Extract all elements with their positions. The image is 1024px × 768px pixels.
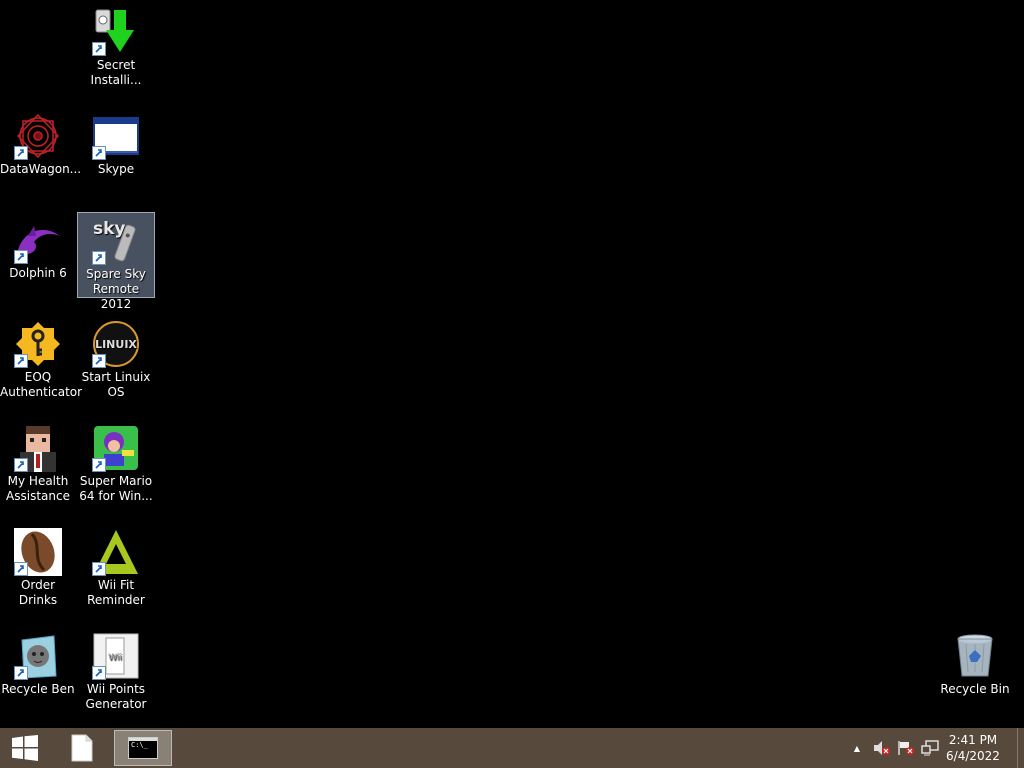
clock-time: 2:41 PM: [948, 733, 998, 747]
green-triangle-icon: [92, 528, 140, 576]
desktop-icon-start-linuix[interactable]: LINUIX Start Linuix OS: [78, 316, 154, 400]
shortcut-arrow-icon: [14, 354, 28, 368]
network-button[interactable]: [920, 728, 940, 768]
network-icon: [921, 740, 939, 756]
pixel-man-icon: [14, 424, 62, 472]
shortcut-arrow-icon: [14, 146, 28, 160]
red-mandala-icon: [14, 112, 62, 160]
action-center-button[interactable]: [896, 728, 916, 768]
speaker-muted-icon: [874, 741, 890, 755]
desktop-icon-skype[interactable]: Skype: [78, 108, 154, 177]
desktop-icon-secret-installer[interactable]: Secret Installi...: [78, 4, 154, 88]
icon-label: Super Mario 64 for Win...: [79, 474, 153, 503]
desktop-icon-super-mario[interactable]: Super Mario 64 for Win...: [78, 420, 154, 504]
purple-dolphin-icon: [14, 216, 62, 264]
command-prompt-icon: C:\_: [128, 737, 158, 759]
desktop-icon-wii-points[interactable]: Wii Wii Points Generator: [78, 628, 154, 712]
desktop-icon-wii-fit[interactable]: Wii Fit Reminder: [78, 524, 154, 608]
start-button[interactable]: [0, 728, 50, 768]
icon-label: Spare Sky Remote 2012: [86, 267, 146, 311]
recycle-ben-icon: [14, 632, 62, 680]
coffee-bean-icon: [14, 528, 62, 576]
shortcut-arrow-icon: [92, 251, 106, 265]
desktop-icon-my-health[interactable]: My Health Assistance: [0, 420, 76, 504]
desktop: Secret Installi... DataWagon... Skype Do…: [0, 0, 1024, 728]
shortcut-arrow-icon: [14, 458, 28, 472]
taskbar-clock[interactable]: 2:41 PM 6/4/2022: [938, 732, 1008, 764]
linuix-logo-icon: LINUIX: [92, 320, 140, 368]
icon-label: Order Drinks: [18, 578, 58, 607]
shortcut-arrow-icon: [92, 42, 106, 56]
icon-label: Recycle Bin: [940, 682, 1010, 696]
chevron-up-icon: ▲: [853, 743, 861, 753]
clock-date: 6/4/2022: [946, 749, 1000, 763]
icon-label: Dolphin 6: [9, 266, 67, 280]
icon-label: DataWagon...: [0, 162, 82, 176]
icon-label: Start Linuix OS: [81, 370, 151, 399]
sky-remote-icon: sky: [92, 217, 140, 265]
desktop-icon-spare-sky-remote[interactable]: sky Spare Sky Remote 2012: [77, 212, 155, 311]
icon-label: EOQ Authenticator: [0, 370, 83, 399]
shortcut-arrow-icon: [92, 562, 106, 576]
desktop-icon-dolphin[interactable]: Dolphin 6: [0, 212, 76, 281]
linuix-logo-text: LINUIX: [95, 338, 137, 351]
taskbar-file-button[interactable]: [56, 730, 108, 766]
green-download-arrow-icon: [92, 8, 140, 56]
yellow-key-badge-icon: [14, 320, 62, 368]
taskbar: C:\_ ▲ 2:41 PM 6/4/2022: [0, 728, 1024, 768]
shortcut-arrow-icon: [14, 562, 28, 576]
shortcut-arrow-icon: [14, 250, 28, 264]
flag-error-icon: [898, 741, 914, 755]
shortcut-arrow-icon: [92, 146, 106, 160]
desktop-icon-recycle-ben[interactable]: Recycle Ben: [0, 628, 76, 697]
icon-label: Recycle Ben: [1, 682, 75, 696]
desktop-icon-order-drinks[interactable]: Order Drinks: [0, 524, 76, 608]
taskbar-cmd-button[interactable]: C:\_: [114, 730, 172, 766]
icon-label: Secret Installi...: [90, 58, 142, 87]
wii-logo-text: Wii: [108, 653, 122, 663]
shortcut-arrow-icon: [14, 666, 28, 680]
desktop-icon-datawagon[interactable]: DataWagon...: [0, 108, 82, 177]
desktop-icon-recycle-bin[interactable]: Recycle Bin: [937, 628, 1013, 697]
icon-label: My Health Assistance: [6, 474, 70, 503]
window-icon: [92, 112, 140, 160]
wii-console-icon: Wii: [92, 632, 140, 680]
windows-logo-icon: [12, 735, 38, 761]
recycle-bin-icon: [951, 632, 999, 680]
volume-button[interactable]: [872, 728, 892, 768]
icon-label: Wii Points Generator: [85, 682, 147, 711]
desktop-icon-eoq-authenticator[interactable]: EOQ Authenticator: [0, 316, 83, 400]
shortcut-arrow-icon: [92, 666, 106, 680]
icon-label: Wii Fit Reminder: [87, 578, 145, 607]
cmd-glyph: C:\_: [131, 741, 148, 749]
sky-logo-text: sky: [93, 219, 126, 239]
tray-chevron-button[interactable]: ▲: [848, 728, 866, 768]
blank-document-icon: [71, 734, 93, 762]
icon-label: Skype: [97, 162, 135, 176]
mario-game-icon: [92, 424, 140, 472]
show-desktop-button[interactable]: [1017, 728, 1024, 768]
shortcut-arrow-icon: [92, 458, 106, 472]
shortcut-arrow-icon: [92, 354, 106, 368]
